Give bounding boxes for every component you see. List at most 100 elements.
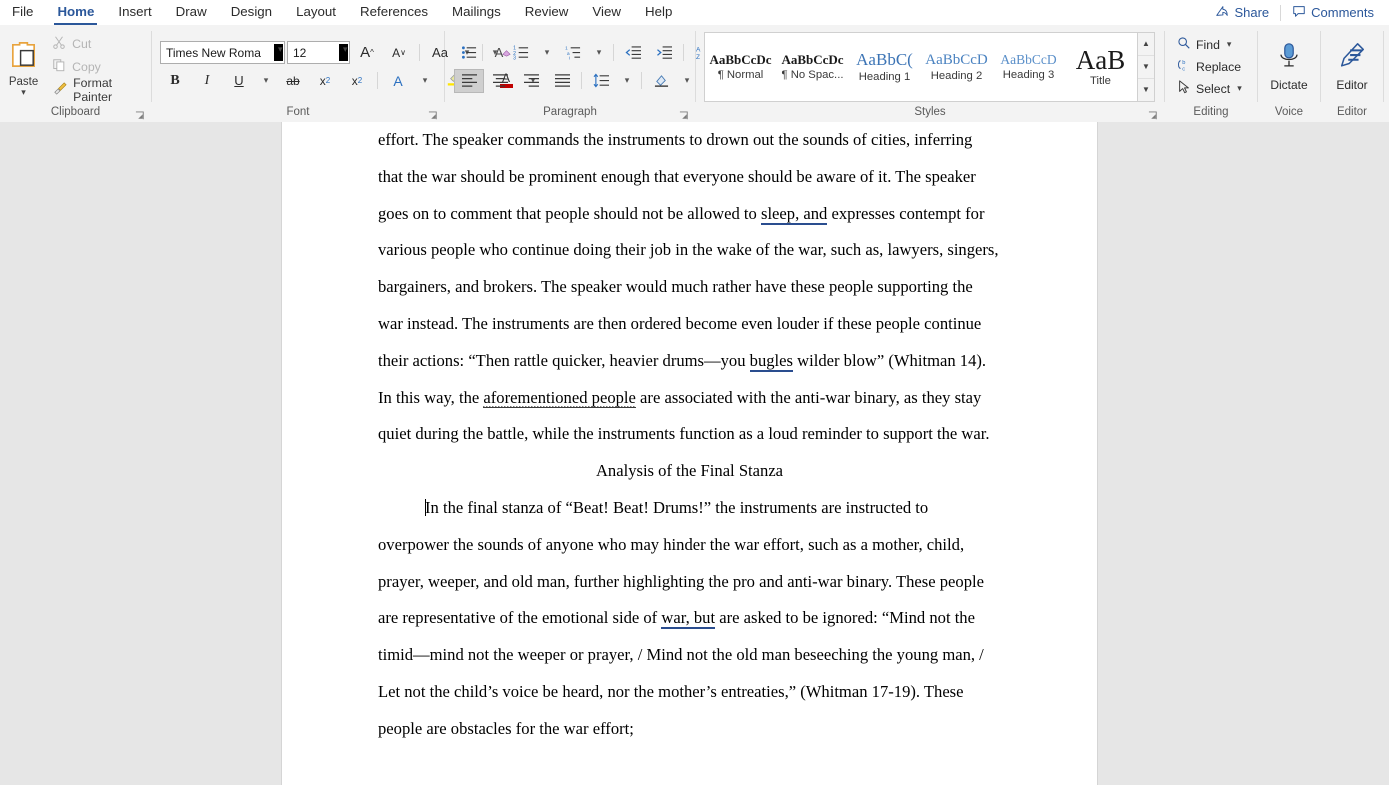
replace-button[interactable]: bc Replace [1173,56,1246,77]
text-effects-chevron-down-icon[interactable]: ▾ [415,69,435,93]
increase-indent-button[interactable] [649,41,679,65]
tab-mailings[interactable]: Mailings [440,0,513,25]
subscript-button[interactable]: x2 [310,69,340,93]
styles-more-icon[interactable]: ▼ [1138,79,1154,101]
tab-design[interactable]: Design [219,0,284,25]
paragraph-group-label: Paragraph [543,106,597,118]
font-dialog-launcher[interactable] [428,109,439,120]
italic-button[interactable]: I [192,69,222,93]
tab-file[interactable]: File [0,0,45,25]
strikethrough-button[interactable]: ab [278,69,308,93]
style-no-spacing[interactable]: AaBbCcDc ¶ No Spac... [777,32,849,101]
find-chevron-down-icon[interactable]: ▾ [1227,39,1232,50]
document-page[interactable]: effort. The speaker commands the instrum… [281,122,1098,785]
grow-font-button[interactable]: A ^ [352,41,382,65]
comments-button[interactable]: Comments [1283,0,1383,25]
style-label: ¶ Normal [717,69,764,81]
decrease-indent-button[interactable] [618,41,648,65]
word-window: File Home Insert Draw Design Layout Refe… [0,0,1389,785]
page-body: effort. The speaker commands the instrum… [282,122,1097,748]
style-preview: AaBbCcDc [781,52,844,67]
svg-text:b: b [1182,60,1185,66]
document-paragraph-1[interactable]: effort. The speaker commands the instrum… [378,122,1001,453]
copy-label: Copy [72,59,101,74]
grammar-suggestion-war-but[interactable]: war, but [661,608,716,630]
format-painter-button[interactable]: Format Painter [47,76,147,104]
multilevel-list-chevron-down-icon[interactable]: ▾ [589,41,609,65]
grammar-suggestion-bugles[interactable]: bugles [749,350,793,372]
styles-scroll-down-icon[interactable]: ▼ [1138,56,1154,79]
search-icon [1177,36,1191,53]
comment-icon [1292,4,1306,21]
tab-help[interactable]: Help [633,0,684,25]
text-effects-button[interactable]: A [383,69,413,93]
tab-review[interactable]: Review [513,0,581,25]
svg-text:i: i [568,56,569,60]
style-normal[interactable]: AaBbCcDc ¶ Normal [705,32,777,101]
paste-button[interactable]: Paste ▾ [4,37,43,97]
line-spacing-button[interactable] [586,69,616,93]
tab-home[interactable]: Home [45,0,106,25]
style-heading-2[interactable]: AaBbCcD Heading 2 [921,32,993,101]
grammar-suggestion-aforementioned-people[interactable]: aforementioned people [483,387,636,408]
styles-dialog-launcher[interactable] [1148,109,1159,120]
select-chevron-down-icon[interactable]: ▾ [1237,83,1242,94]
find-button[interactable]: Find ▾ [1173,34,1246,55]
copy-button[interactable]: Copy [47,56,147,78]
paragraph-divider-2 [683,44,684,61]
svg-text:c: c [1182,66,1185,72]
shrink-font-button[interactable]: A ∨ [384,41,414,65]
dictate-button[interactable]: Dictate [1262,36,1316,98]
underline-chevron-down-icon[interactable]: ▾ [256,69,276,93]
select-button[interactable]: Select ▾ [1173,78,1246,99]
underline-button[interactable]: U [224,69,254,93]
style-title[interactable]: AaB Title [1065,32,1137,101]
styles-gallery-scrollbar[interactable]: ▲ ▼ ▼ [1137,32,1154,101]
editor-button[interactable]: Editor [1325,36,1379,98]
justify-button[interactable] [547,69,577,93]
voice-group-label: Voice [1274,106,1304,118]
numbered-list-button[interactable]: 123 [506,41,536,65]
font-name-value: Times New Roma [166,45,261,60]
cut-button[interactable]: Cut [47,33,147,55]
grammar-suggestion-sleep-and[interactable]: sleep, and [760,203,828,225]
tab-references[interactable]: References [348,0,440,25]
styles-scroll-up-icon[interactable]: ▲ [1138,33,1154,56]
document-paragraph-2[interactable]: In the final stanza of “Beat! Beat! Drum… [378,490,1001,748]
multilevel-list-button[interactable]: 1ai [558,41,588,65]
numbered-list-chevron-down-icon[interactable]: ▾ [537,41,557,65]
superscript-button[interactable]: x2 [342,69,372,93]
copy-icon [52,58,66,75]
align-right-button[interactable] [516,69,546,93]
shading-button[interactable] [646,69,676,93]
style-label: ¶ No Spac... [781,69,844,81]
bold-button[interactable]: B [160,69,190,93]
shading-chevron-down-icon[interactable]: ▾ [677,69,697,93]
paste-chevron-down-icon[interactable]: ▾ [21,88,26,97]
editor-pen-icon [1337,41,1367,76]
font-size-combo[interactable]: 12 ▾ [287,41,350,64]
document-canvas[interactable]: effort. The speaker commands the instrum… [0,122,1389,785]
clipboard-dialog-launcher[interactable] [135,109,146,120]
tab-view[interactable]: View [580,0,633,25]
dictate-label: Dictate [1270,78,1308,92]
align-left-button[interactable] [454,68,484,93]
bullet-list-button[interactable] [454,41,484,65]
document-section-heading[interactable]: Analysis of the Final Stanza [378,453,1001,490]
style-label: Title [1090,75,1111,87]
font-name-combo[interactable]: Times New Roma ▾ [160,41,285,64]
share-button[interactable]: Share [1206,0,1278,25]
tab-layout[interactable]: Layout [284,0,348,25]
paragraph-dialog-launcher[interactable] [679,109,690,120]
tab-draw[interactable]: Draw [164,0,219,25]
clipboard-group-label: Clipboard [50,106,101,118]
chevron-down-icon: ▾ [339,44,348,61]
style-preview: AaBbCcDc [709,52,772,67]
line-spacing-chevron-down-icon[interactable]: ▾ [617,69,637,93]
style-heading-1[interactable]: AaBbC( Heading 1 [849,32,921,101]
tab-insert[interactable]: Insert [106,0,163,25]
editing-group-label: Editing [1193,106,1229,118]
bullet-list-chevron-down-icon[interactable]: ▾ [485,41,505,65]
align-center-button[interactable] [485,69,515,93]
style-heading-3[interactable]: AaBbCcD Heading 3 [993,32,1065,101]
